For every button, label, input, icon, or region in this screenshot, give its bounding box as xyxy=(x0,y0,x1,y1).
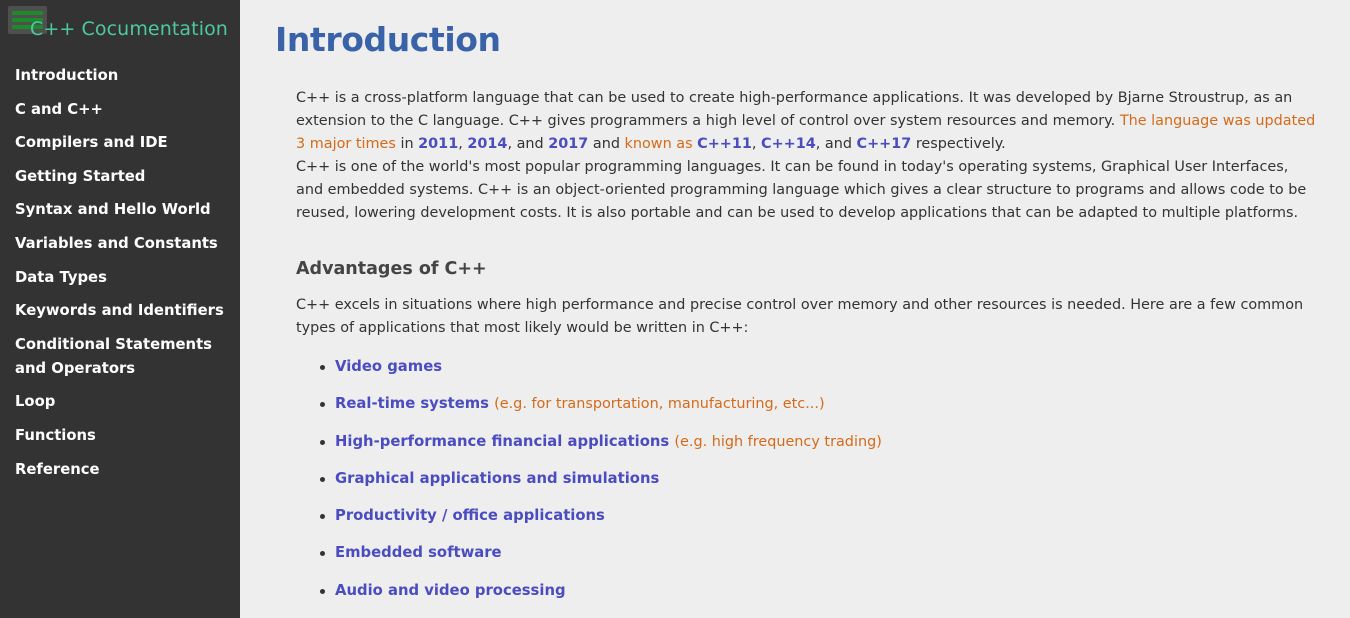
video-games-link[interactable]: Video games xyxy=(335,358,442,375)
sidebar-item-conditional-statements[interactable]: Conditional Statements and Operators xyxy=(15,333,237,381)
sidebar: C++ Cocumentation Introduction C and C++… xyxy=(0,0,240,618)
sidebar-item-functions[interactable]: Functions xyxy=(15,424,237,448)
list-item: Productivity / office applications xyxy=(320,504,1235,541)
sidebar-nav: Introduction C and C++ Compilers and IDE… xyxy=(15,64,237,491)
advantages-paragraph: C++ excels in situations where high perf… xyxy=(296,297,1304,336)
sidebar-item-variables-constants[interactable]: Variables and Constants xyxy=(15,232,237,256)
sidebar-item-introduction[interactable]: Introduction xyxy=(15,64,237,88)
embedded-software-link[interactable]: Embedded software xyxy=(335,544,502,561)
cpp11-link[interactable]: C++11 xyxy=(697,136,752,152)
list-item: Video games xyxy=(320,355,1235,392)
list-item: Real-time systems (e.g. for transportati… xyxy=(320,392,1235,429)
intro-and3: , and xyxy=(815,136,852,152)
sidebar-item-getting-started[interactable]: Getting Started xyxy=(15,165,237,189)
year-2011-link[interactable]: 2011 xyxy=(418,136,458,152)
applications-list: Video games Real-time systems (e.g. for … xyxy=(320,355,1235,616)
sidebar-item-loop[interactable]: Loop xyxy=(15,390,237,414)
intro-in: in xyxy=(400,136,414,152)
sidebar-item-data-types[interactable]: Data Types xyxy=(15,266,237,290)
sidebar-title: C++ Cocumentation xyxy=(30,18,228,40)
cpp17-link[interactable]: C++17 xyxy=(857,136,912,152)
item-note: (e.g. for transportation, manufacturing,… xyxy=(494,396,825,413)
intro-respectively: respectively. xyxy=(915,136,1006,152)
cpp14-link[interactable]: C++14 xyxy=(761,136,816,152)
intro-and2: and xyxy=(592,136,620,152)
intro-paragraph-2: C++ is one of the world's most popular p… xyxy=(296,159,1307,221)
sidebar-item-syntax-hello-world[interactable]: Syntax and Hello World xyxy=(15,198,237,222)
audio-video-processing-link[interactable]: Audio and video processing xyxy=(335,582,566,599)
intro-paragraph: C++ is a cross-platform language that ca… xyxy=(296,90,1316,152)
list-item: Graphical applications and simulations xyxy=(320,467,1235,504)
year-2017-link[interactable]: 2017 xyxy=(548,136,588,152)
sidebar-item-keywords-identifiers[interactable]: Keywords and Identifiers xyxy=(15,299,237,323)
year-2014-link[interactable]: 2014 xyxy=(467,136,507,152)
sidebar-item-reference[interactable]: Reference xyxy=(15,458,237,482)
intro-known-as: known as xyxy=(624,136,693,152)
item-note: (e.g. high frequency trading) xyxy=(674,433,882,450)
list-item: High-performance financial applications … xyxy=(320,430,1235,467)
list-item: Audio and video processing xyxy=(320,579,1235,616)
financial-applications-link[interactable]: High-performance financial applications xyxy=(335,433,669,450)
graphical-applications-link[interactable]: Graphical applications and simulations xyxy=(335,470,659,487)
intro-and: , and xyxy=(507,136,544,152)
main-content: Introduction C++ is a cross-platform lan… xyxy=(240,0,1350,618)
sidebar-item-c-and-cpp[interactable]: C and C++ xyxy=(15,98,237,122)
list-item: Embedded software xyxy=(320,541,1235,578)
real-time-systems-link[interactable]: Real-time systems xyxy=(335,395,489,412)
advantages-heading: Advantages of C++ xyxy=(296,259,487,279)
page-title: Introduction xyxy=(275,20,501,59)
sidebar-item-compilers-and-ide[interactable]: Compilers and IDE xyxy=(15,131,237,155)
productivity-applications-link[interactable]: Productivity / office applications xyxy=(335,507,605,524)
menu-bar xyxy=(12,11,43,15)
